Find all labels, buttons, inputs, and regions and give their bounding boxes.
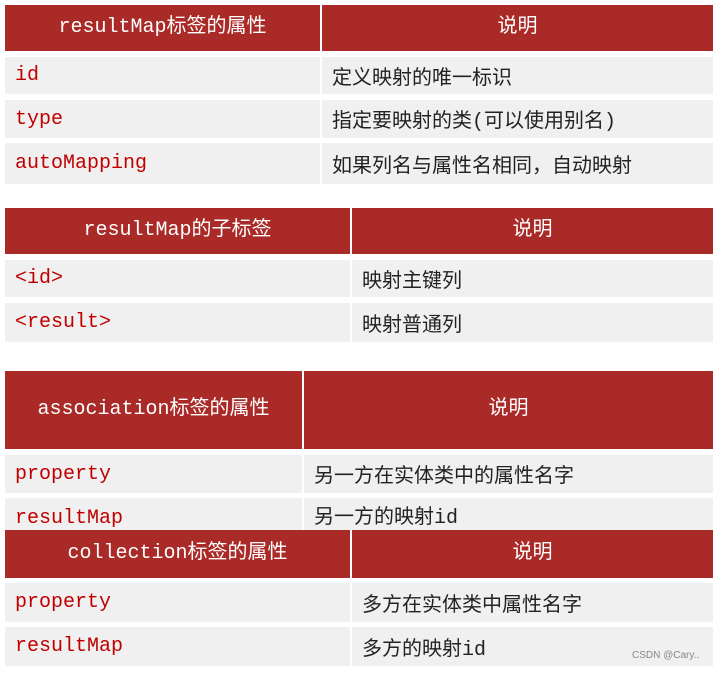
header-cell: resultMap标签的属性 [5, 5, 320, 51]
key-cell: <id> [5, 260, 350, 297]
header-cell: association标签的属性 [5, 371, 302, 449]
desc-cell: 如果列名与属性名相同，自动映射 [322, 143, 713, 184]
header-cell: 说明 [322, 5, 713, 51]
header-cell: 说明 [352, 208, 713, 254]
desc-cell: 多方在实体类中属性名字 [352, 583, 713, 622]
desc-cell: 映射普通列 [352, 303, 713, 342]
key-cell: resultMap [5, 627, 350, 666]
header-cell: collection标签的属性 [5, 530, 350, 578]
key-cell: property [5, 455, 302, 493]
key-cell: type [5, 100, 320, 138]
header-cell: 说明 [352, 530, 713, 578]
key-cell: resultMap [5, 498, 302, 530]
desc-cell: 定义映射的唯一标识 [322, 57, 713, 94]
desc-cell: 映射主键列 [352, 260, 713, 297]
key-cell: id [5, 57, 320, 94]
key-cell: property [5, 583, 350, 622]
header-cell: 说明 [304, 371, 713, 449]
desc-cell: 另一方在实体类中的属性名字 [304, 455, 713, 493]
watermark: CSDN @Cary.. [632, 650, 700, 661]
key-cell: autoMapping [5, 143, 320, 184]
desc-cell: 指定要映射的类(可以使用别名) [322, 100, 713, 138]
header-cell: resultMap的子标签 [5, 208, 350, 254]
desc-cell: 另一方的映射id [304, 498, 713, 530]
key-cell: <result> [5, 303, 350, 342]
